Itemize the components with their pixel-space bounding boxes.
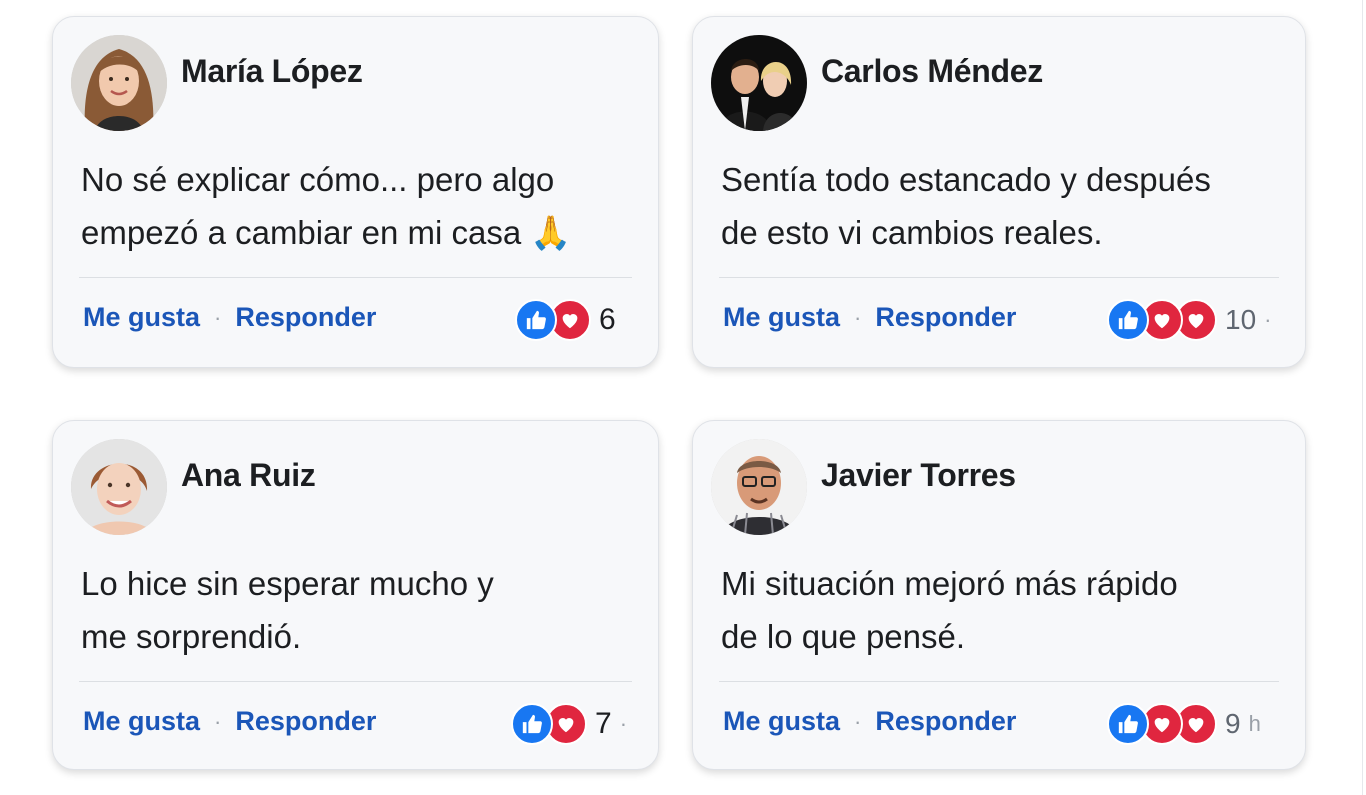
avatar-photo bbox=[711, 35, 807, 131]
reaction-summary[interactable]: 10 · bbox=[1107, 299, 1271, 341]
trailing-dot: · bbox=[1264, 307, 1272, 332]
comment-card: Javier Torres Mi situación mejoró más rá… bbox=[692, 420, 1306, 770]
comment-actions: Me gusta · Responder bbox=[83, 706, 376, 737]
comment-text: No sé explicar cómo... pero algo empezó … bbox=[81, 153, 601, 259]
comment-actions: Me gusta · Responder bbox=[723, 706, 1016, 737]
comment-text: Mi situación mejoró más rápido de lo que… bbox=[721, 557, 1241, 663]
avatar[interactable] bbox=[711, 35, 807, 131]
divider bbox=[719, 681, 1279, 682]
separator-dot: · bbox=[214, 708, 222, 734]
reaction-summary[interactable]: 9 h bbox=[1107, 703, 1261, 745]
like-icon bbox=[511, 703, 553, 745]
separator-dot: · bbox=[214, 304, 222, 330]
divider bbox=[79, 681, 632, 682]
like-icon bbox=[515, 299, 557, 341]
comment-text-line: Lo hice sin esperar mucho y bbox=[81, 565, 494, 602]
avatar-photo bbox=[71, 35, 167, 131]
like-button[interactable]: Me gusta bbox=[723, 302, 840, 333]
comment-actions: Me gusta · Responder bbox=[723, 302, 1016, 333]
comment-text: Lo hice sin esperar mucho y me sorprendi… bbox=[81, 557, 601, 663]
reaction-summary[interactable]: 6 bbox=[515, 299, 616, 341]
like-button[interactable]: Me gusta bbox=[83, 706, 200, 737]
separator-dot: · bbox=[854, 708, 862, 734]
avatar[interactable] bbox=[71, 439, 167, 535]
like-icon bbox=[1107, 703, 1149, 745]
comment-text-line: No sé explicar cómo... pero algo bbox=[81, 161, 555, 198]
comment-text-line: de esto vi cambios reales. bbox=[721, 214, 1103, 251]
reaction-summary[interactable]: 7 · bbox=[511, 703, 627, 745]
reaction-count: 6 bbox=[599, 303, 616, 336]
divider bbox=[719, 277, 1279, 278]
like-button[interactable]: Me gusta bbox=[723, 706, 840, 737]
avatar[interactable] bbox=[711, 439, 807, 535]
comment-text: Sentía todo estancado y después de esto … bbox=[721, 153, 1241, 259]
reply-button[interactable]: Responder bbox=[235, 302, 376, 333]
comment-author[interactable]: Carlos Méndez bbox=[821, 53, 1043, 90]
avatar-photo bbox=[711, 439, 807, 535]
comment-text-line: Sentía todo estancado y después bbox=[721, 161, 1211, 198]
reply-button[interactable]: Responder bbox=[875, 706, 1016, 737]
separator-dot: · bbox=[854, 304, 862, 330]
reaction-count: 9 bbox=[1225, 708, 1241, 739]
comment-actions: Me gusta · Responder bbox=[83, 302, 376, 333]
trailing-dot: · bbox=[619, 711, 628, 736]
divider bbox=[79, 277, 632, 278]
reaction-count: 10 bbox=[1225, 304, 1257, 335]
timestamp: h bbox=[1248, 711, 1261, 736]
comment-card: María López No sé explicar cómo... pero … bbox=[52, 16, 659, 368]
page-edge-divider bbox=[1362, 0, 1363, 795]
comment-text-line: empezó a cambiar en mi casa 🙏 bbox=[81, 214, 572, 251]
comment-text-line: de lo que pensé. bbox=[721, 618, 966, 655]
comment-card: Ana Ruiz Lo hice sin esperar mucho y me … bbox=[52, 420, 659, 770]
reply-button[interactable]: Responder bbox=[235, 706, 376, 737]
comment-author[interactable]: Ana Ruiz bbox=[181, 457, 316, 494]
like-icon bbox=[1107, 299, 1149, 341]
avatar[interactable] bbox=[71, 35, 167, 131]
comment-card: Carlos Méndez Sentía todo estancado y de… bbox=[692, 16, 1306, 368]
like-button[interactable]: Me gusta bbox=[83, 302, 200, 333]
comment-author[interactable]: Javier Torres bbox=[821, 457, 1016, 494]
reaction-count: 7 bbox=[595, 707, 612, 740]
avatar-photo bbox=[71, 439, 167, 535]
comment-text-line: Mi situación mejoró más rápido bbox=[721, 565, 1178, 602]
reply-button[interactable]: Responder bbox=[875, 302, 1016, 333]
comment-author[interactable]: María López bbox=[181, 53, 363, 90]
comment-text-line: me sorprendió. bbox=[81, 618, 302, 655]
